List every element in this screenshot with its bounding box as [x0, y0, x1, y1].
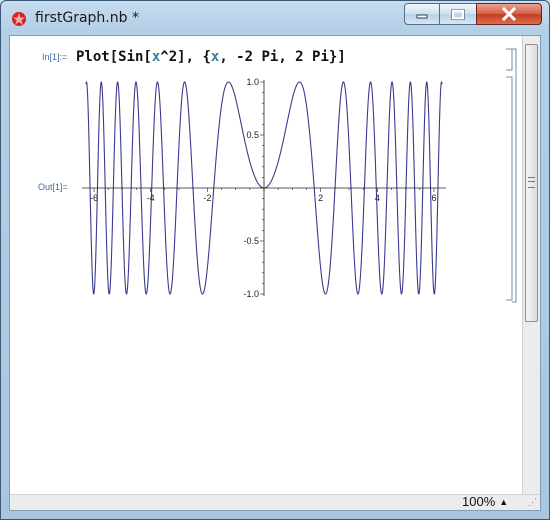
status-bar: 100% ▲ ⋰ [10, 494, 540, 510]
x-tick-label: 2 [318, 193, 323, 203]
title-bar[interactable]: firstGraph.nb * [1, 1, 549, 35]
maximize-icon [451, 8, 465, 20]
y-tick-label: 1.0 [246, 77, 259, 87]
zoom-control[interactable]: 100% ▲ [462, 494, 508, 509]
close-icon [501, 7, 517, 21]
zoom-up-arrow-icon: ▲ [499, 496, 509, 507]
resize-grip-icon[interactable]: ⋰ [528, 497, 537, 508]
scrollbar-thumb[interactable] [525, 44, 538, 322]
notebook-window: firstGraph.nb * In[1]:= Plot[Sin[x^2], {… [0, 0, 550, 520]
close-button[interactable] [476, 3, 542, 25]
code-part: Plot[Sin[ [76, 49, 152, 65]
input-cell-label: In[1]:= [42, 52, 68, 62]
input-cell-code[interactable]: Plot[Sin[x^2], {x, -2 Pi, 2 Pi}] [76, 49, 346, 65]
output-cell-label: Out[1]= [38, 182, 68, 192]
group-cell-bracket [512, 48, 517, 303]
x-tick-label: 4 [375, 193, 380, 203]
output-cell-bracket [506, 76, 513, 301]
code-part: ^2], { [160, 49, 211, 65]
scrollbar-grip-icon [528, 177, 535, 188]
cell-brackets[interactable] [504, 46, 518, 306]
sin-plot[interactable]: -6 -4 -2 2 4 6 -1.0 -0.5 0.5 1.0 [70, 74, 450, 304]
x-tick-label: 6 [431, 193, 436, 203]
input-cell-bracket [506, 48, 513, 71]
minimize-button[interactable] [404, 3, 440, 25]
x-tick-label: -2 [203, 193, 211, 203]
window-title: firstGraph.nb * [35, 10, 139, 26]
maximize-button[interactable] [439, 3, 477, 25]
y-tick-label: -1.0 [243, 289, 259, 299]
notebook-content[interactable]: In[1]:= Plot[Sin[x^2], {x, -2 Pi, 2 Pi}]… [9, 35, 541, 511]
vertical-scrollbar[interactable] [522, 36, 540, 494]
zoom-level: 100% [462, 494, 496, 509]
code-part: , -2 Pi, 2 Pi}] [219, 49, 346, 65]
minimize-icon [416, 14, 428, 19]
y-tick-label: -0.5 [243, 236, 259, 246]
x-tick-label: -6 [90, 193, 98, 203]
mathematica-icon [12, 12, 26, 26]
y-tick-label: 0.5 [246, 130, 259, 140]
x-tick-label: -4 [147, 193, 155, 203]
